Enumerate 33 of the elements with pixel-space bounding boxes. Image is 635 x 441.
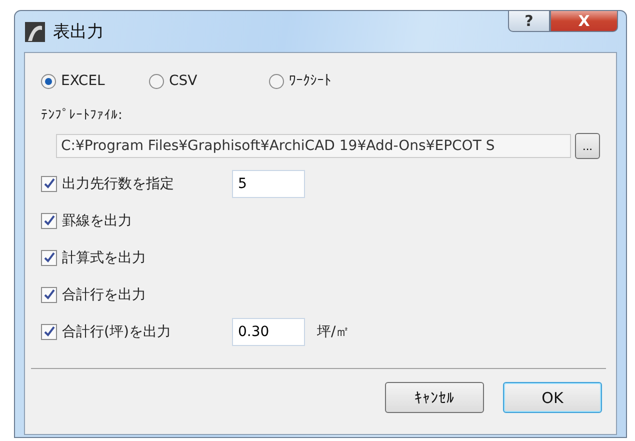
check-icon: [44, 178, 54, 189]
checkbox-label: 計算式を出力: [62, 248, 147, 266]
check-icon: [44, 289, 54, 300]
checkbox-label: 合計行を出力: [62, 286, 147, 304]
radio-label: CSV: [169, 73, 198, 89]
template-label: ﾃﾝﾌﾟﾚｰﾄﾌｧｲﾙ:: [41, 108, 122, 123]
radio-button[interactable]: [149, 74, 164, 88]
radio-label: ﾜｰｸｼｰﾄ: [289, 73, 331, 89]
checkbox[interactable]: [41, 286, 57, 302]
check-icon: [44, 215, 54, 226]
browse-button[interactable]: ...: [575, 133, 600, 159]
cancel-button[interactable]: ｷｬﾝｾﾙ: [385, 382, 484, 413]
ok-button[interactable]: OK: [503, 382, 602, 413]
checkbox-label: 出力先行数を指定: [62, 174, 175, 192]
checkbox[interactable]: [41, 176, 57, 192]
checkbox-label: 罫線を出力: [62, 212, 133, 230]
unit-label: 坪/㎡: [317, 322, 350, 340]
number-field[interactable]: 0.30: [232, 318, 305, 346]
checkbox[interactable]: [41, 212, 57, 228]
check-icon: [44, 326, 54, 337]
checkbox[interactable]: [41, 250, 57, 266]
help-button[interactable]: ?: [508, 10, 550, 32]
window-title: 表出力: [53, 21, 104, 43]
app-logo-icon: [25, 22, 45, 42]
radio-button[interactable]: [269, 74, 284, 88]
radio-button[interactable]: [41, 74, 56, 88]
close-button[interactable]: X: [550, 10, 618, 32]
checkbox-label: 合計行(坪)を出力: [62, 322, 172, 340]
check-icon: [44, 252, 54, 263]
template-path-field[interactable]: C:¥Program Files¥Graphisoft¥ArchiCAD 19¥Add-Ons¥EPCOT S: [56, 134, 571, 158]
radio-label: EXCEL: [61, 73, 105, 89]
number-field[interactable]: 5: [232, 170, 305, 198]
checkbox[interactable]: [41, 324, 57, 340]
